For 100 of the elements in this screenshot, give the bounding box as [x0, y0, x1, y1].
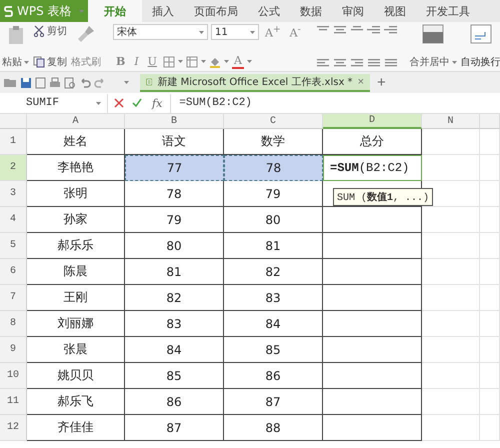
table-cell: [480, 129, 500, 155]
table-cell: 86: [224, 363, 323, 389]
indent-increase-icon[interactable]: [384, 24, 398, 36]
column-header[interactable]: B: [125, 114, 224, 129]
menu-tab[interactable]: 开发工具: [416, 0, 480, 22]
distribute-icon[interactable]: [384, 57, 398, 69]
table-cell: 郝乐飞: [27, 389, 125, 415]
new-tab-button[interactable]: +: [373, 74, 390, 91]
undo-icon[interactable]: [79, 76, 91, 88]
table-cell: [480, 233, 500, 259]
column-header[interactable]: C: [224, 114, 323, 129]
save-icon[interactable]: [20, 76, 32, 88]
menu-tab[interactable]: 插入: [142, 0, 184, 22]
row-header[interactable]: 12: [0, 415, 27, 441]
row-header[interactable]: 5: [0, 233, 27, 259]
document-icon[interactable]: [35, 76, 46, 88]
preview-icon[interactable]: [64, 76, 76, 88]
app-menu-button[interactable]: WPS 表格: [0, 0, 88, 22]
merge-cells-icon[interactable]: [422, 24, 444, 44]
table-cell: [422, 285, 480, 311]
redo-icon[interactable]: [94, 76, 106, 88]
font-name-field[interactable]: 宋体: [113, 24, 208, 40]
table-cell: [480, 181, 500, 207]
caret-icon[interactable]: [24, 60, 29, 64]
column-header[interactable]: D: [323, 114, 422, 129]
name-box[interactable]: SUMIF: [0, 94, 108, 112]
table-cell: 陈晨: [27, 259, 125, 285]
caret-icon[interactable]: [246, 60, 252, 63]
caret-icon[interactable]: [452, 60, 457, 64]
table-cell: 82: [125, 285, 224, 311]
table-cell: 86: [125, 389, 224, 415]
menu-tab[interactable]: 公式: [248, 0, 290, 22]
justify-icon[interactable]: [366, 57, 381, 69]
row-header[interactable]: 10: [0, 363, 27, 389]
align-center-icon[interactable]: [332, 57, 347, 69]
row-header[interactable]: 4: [0, 207, 27, 233]
table-cell: 郝乐乐: [27, 233, 125, 259]
table-cell: 姓名: [27, 129, 125, 155]
align-left-icon[interactable]: [316, 57, 330, 69]
row-header[interactable]: 3: [0, 181, 27, 207]
cut-button[interactable]: 剪切: [33, 24, 67, 38]
format-painter-label[interactable]: 格式刷: [71, 55, 101, 69]
menu-tab[interactable]: 数据: [290, 0, 332, 22]
formula-field[interactable]: =SUM(B2:C2): [170, 94, 500, 112]
table-cell: [480, 259, 500, 285]
menu-tab[interactable]: 视图: [374, 0, 416, 22]
table-cell: [480, 389, 500, 415]
caret-icon[interactable]: [224, 60, 229, 63]
cancel-icon[interactable]: [114, 98, 124, 108]
caret-icon[interactable]: [250, 30, 255, 34]
borders-icon[interactable]: [162, 56, 175, 68]
align-right-icon[interactable]: [350, 57, 364, 69]
table-cell: 78: [224, 155, 323, 181]
caret-icon[interactable]: [200, 60, 206, 63]
document-tab[interactable]: 新建 Microsoft Office Excel 工作表.xlsx * ×: [140, 74, 370, 92]
caret-icon[interactable]: [96, 102, 101, 104]
shrink-font-button[interactable]: A$^{-}$: [286, 24, 304, 40]
column-header[interactable]: A: [27, 114, 125, 129]
brush-icon[interactable]: [76, 24, 96, 44]
print-icon[interactable]: [49, 76, 61, 88]
wrap-text-label[interactable]: 自动换行: [460, 55, 500, 69]
copy-icon: [33, 56, 45, 68]
table-cell: [422, 129, 480, 155]
row-header[interactable]: 1: [0, 129, 27, 155]
caret-icon[interactable]: [124, 81, 129, 84]
close-tab-button[interactable]: ×: [358, 76, 364, 88]
align-middle-icon[interactable]: [332, 24, 347, 36]
table-cell: 81: [224, 233, 323, 259]
table-cell: 张明: [27, 181, 125, 207]
table-cell: 80: [224, 207, 323, 233]
insert-function-button[interactable]: fx: [152, 96, 162, 110]
row-header[interactable]: 6: [0, 259, 27, 285]
indent-decrease-icon[interactable]: [366, 24, 381, 36]
menu-tab[interactable]: 开始: [88, 0, 142, 22]
table-cell: [422, 311, 480, 337]
table-cell: 87: [125, 415, 224, 441]
table-cell: 85: [224, 337, 323, 363]
row-header[interactable]: 11: [0, 389, 27, 415]
column-header[interactable]: N: [422, 114, 480, 129]
row-header[interactable]: 9: [0, 337, 27, 363]
fill-bucket-icon[interactable]: [208, 56, 221, 68]
menu-tab[interactable]: 页面布局: [184, 0, 248, 22]
wrap-text-icon[interactable]: [470, 24, 492, 44]
table-cell: 83: [125, 311, 224, 337]
folder-icon[interactable]: [4, 77, 17, 88]
table-cell: 82: [224, 259, 323, 285]
font-size-field[interactable]: 11: [211, 24, 259, 40]
menu-tab[interactable]: 审阅: [332, 0, 374, 22]
row-header[interactable]: 7: [0, 285, 27, 311]
caret-icon[interactable]: [199, 30, 204, 34]
copy-button[interactable]: 复制: [33, 55, 67, 69]
table-cell: [422, 415, 480, 441]
row-header[interactable]: 8: [0, 311, 27, 337]
paste-label[interactable]: 粘贴: [2, 55, 22, 69]
check-icon[interactable]: [132, 98, 142, 108]
table-cell: 78: [125, 181, 224, 207]
row-header[interactable]: 2: [0, 155, 27, 181]
merge-center-label[interactable]: 合并居中: [410, 55, 450, 69]
caret-icon[interactable]: [178, 60, 183, 63]
cell-style-icon[interactable]: [186, 56, 198, 68]
